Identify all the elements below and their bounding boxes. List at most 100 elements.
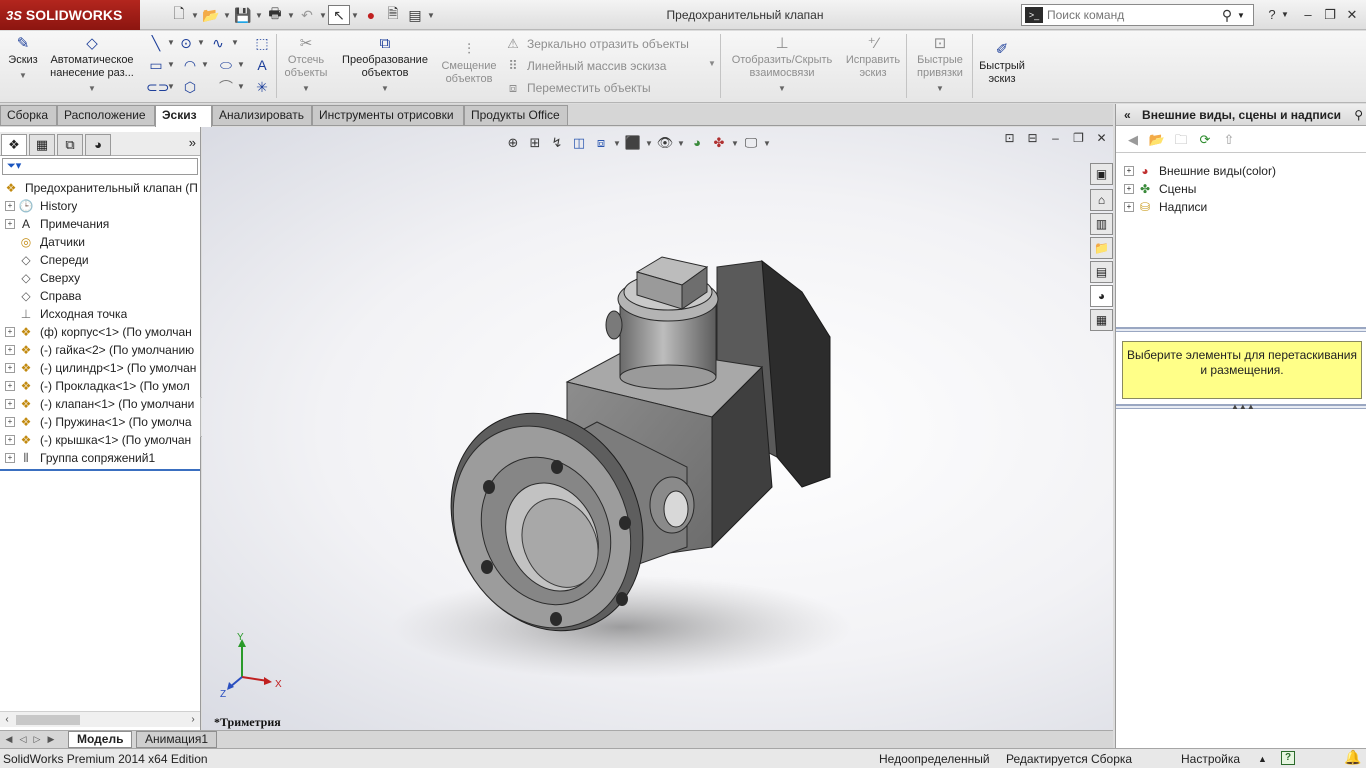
tree-root-assembly[interactable]: ❖ Предохранительный клапан (П	[0, 179, 200, 197]
ellipse-dropdown-icon[interactable]: ▼	[236, 55, 246, 75]
save-dropdown-icon[interactable]: ▼	[254, 5, 264, 25]
new-dropdown-icon[interactable]: ▼	[190, 5, 200, 25]
new-document-icon[interactable]: 🗋	[168, 5, 190, 25]
tree-item[interactable]: + ❖ (-) Прокладка<1> (По умол	[0, 377, 200, 395]
expand-icon[interactable]: +	[5, 417, 15, 427]
pattern-dropdown-icon[interactable]: ▼	[708, 59, 716, 68]
custom-properties-tab-icon[interactable]: ▦	[1090, 309, 1113, 331]
polygon-icon[interactable]: ⬡	[180, 77, 200, 97]
arc-icon[interactable]: ◠	[180, 55, 200, 75]
display-manager-tab-icon[interactable]: ◕	[85, 134, 111, 156]
rollback-bar[interactable]	[0, 469, 200, 471]
circle-icon[interactable]: ⊙	[176, 33, 196, 53]
text-icon[interactable]: A	[252, 55, 272, 75]
expand-icon[interactable]: +	[5, 399, 15, 409]
splitter-grip-icon[interactable]: ▲▲▲	[1231, 402, 1255, 411]
tree-filter-input[interactable]: ⏷▾	[2, 158, 198, 175]
expand-icon[interactable]: +	[5, 435, 15, 445]
tab-layout[interactable]: Расположение	[57, 105, 155, 126]
tree-item[interactable]: + 🕒 History	[0, 197, 200, 215]
property-manager-tab-icon[interactable]: ▦	[29, 134, 55, 156]
expand-panel-icon[interactable]: »	[189, 135, 196, 150]
tab-animation1[interactable]: Анимация1	[136, 731, 218, 748]
search-dropdown-icon[interactable]: ▼	[1237, 11, 1245, 20]
fillet-dropdown-icon[interactable]: ▼	[236, 77, 246, 97]
open-dropdown-icon[interactable]: ▼	[222, 5, 232, 25]
expand-icon[interactable]: +	[5, 219, 15, 229]
help-dropdown-icon[interactable]: ▼	[1280, 5, 1290, 25]
tab-evaluate[interactable]: Анализировать	[212, 105, 312, 126]
tree-item[interactable]: ◇ Спереди	[0, 251, 200, 269]
tabs-first-icon[interactable]: ◀	[2, 732, 16, 747]
expand-icon[interactable]: +	[1124, 202, 1134, 212]
task-item-decals[interactable]: + ⛁ Надписи	[1116, 198, 1207, 216]
scroll-left-icon[interactable]: ‹	[0, 712, 14, 728]
file-explorer-tab-icon[interactable]: 📁	[1090, 237, 1113, 259]
tree-item[interactable]: ◇ Справа	[0, 287, 200, 305]
options-dropdown-icon[interactable]: ▼	[426, 5, 436, 25]
line-dropdown-icon[interactable]: ▼	[166, 33, 176, 53]
solidworks-resources-tab-icon[interactable]: ▣	[1090, 163, 1113, 185]
task-item-appearances[interactable]: + ◕ Внешние виды(color)	[1116, 162, 1276, 180]
rebuild-traffic-light-icon[interactable]: ●	[360, 5, 382, 25]
save-icon[interactable]: 💾	[232, 5, 254, 25]
pin-icon[interactable]: ⚲	[1354, 104, 1363, 125]
point-icon[interactable]: ✳	[252, 77, 272, 97]
line-icon[interactable]: ╲	[146, 33, 166, 53]
tabs-last-icon[interactable]: ▶	[44, 732, 58, 747]
expand-icon[interactable]: +	[5, 363, 15, 373]
select-pointer-icon[interactable]: ↖	[328, 5, 350, 25]
refresh-icon[interactable]: ⟳	[1194, 129, 1216, 151]
tree-item[interactable]: ⊥ Исходная точка	[0, 305, 200, 323]
open-folder-icon[interactable]: 📂	[200, 5, 222, 25]
tab-model[interactable]: Модель	[68, 731, 133, 748]
command-search-input[interactable]	[1047, 8, 1217, 22]
rectangle-icon[interactable]: ▭	[146, 55, 166, 75]
slot-icon[interactable]: ⊂⊃	[146, 77, 169, 97]
quick-snaps-button[interactable]: ⊡ Быстрые привязки ▼	[910, 34, 970, 100]
spline-icon[interactable]: ∿	[208, 33, 228, 53]
repair-sketch-button[interactable]: ⁺∕ Исправить эскиз	[842, 34, 904, 100]
tree-item[interactable]: + ❖ (-) цилиндр<1> (По умолчан	[0, 359, 200, 377]
rapid-sketch-button[interactable]: ✐ Быстрый эскиз	[976, 40, 1028, 106]
rectangle-dropdown-icon[interactable]: ▼	[166, 55, 176, 75]
undo-dropdown-icon[interactable]: ▼	[318, 5, 328, 25]
auto-dimension-button[interactable]: ◇ Автоматическое нанесение раз... ▼	[44, 34, 140, 100]
tab-office-products[interactable]: Продукты Office	[464, 105, 568, 126]
display-relations-button[interactable]: ⊥ Отобразить/Скрыть взаимосвязи ▼	[726, 34, 838, 100]
tree-item[interactable]: + ❖ (-) крышка<1> (По умолчан	[0, 431, 200, 449]
file-properties-icon[interactable]: 🗎	[382, 5, 404, 25]
expand-icon[interactable]: +	[5, 381, 15, 391]
forward-folder-icon[interactable]: 📂	[1146, 129, 1168, 151]
tree-item[interactable]: + A Примечания	[0, 215, 200, 233]
tree-item[interactable]: ◎ Датчики	[0, 233, 200, 251]
construction-geometry-icon[interactable]: ⬚	[252, 33, 272, 53]
expand-icon[interactable]: +	[5, 327, 15, 337]
up-folder-icon[interactable]: ⇧	[1218, 129, 1240, 151]
options-icon[interactable]: ▤	[404, 5, 426, 25]
expand-icon[interactable]: +	[1124, 166, 1134, 176]
undo-icon[interactable]: ↶	[296, 5, 318, 25]
convert-entities-button[interactable]: ⧉ Преобразование объектов ▼	[336, 34, 434, 100]
pane-splitter[interactable]	[1116, 327, 1366, 332]
help-icon[interactable]: ?	[1262, 5, 1282, 25]
linear-sketch-pattern-button[interactable]: ⠿ Линейный массив эскиза	[503, 56, 666, 76]
notifications-icon[interactable]: 🔔	[1344, 749, 1361, 765]
minimize-window-icon[interactable]: –	[1298, 5, 1318, 25]
close-window-icon[interactable]: ✕	[1342, 5, 1362, 25]
print-icon[interactable]: 🖶	[264, 5, 286, 25]
task-item-scenes[interactable]: + ✤ Сцены	[1116, 180, 1196, 198]
appearances-tab-icon[interactable]: ◕	[1090, 285, 1113, 307]
tree-item[interactable]: + ❖ (ф) корпус<1> (По умолчан	[0, 323, 200, 341]
tree-item[interactable]: ◇ Сверху	[0, 269, 200, 287]
expand-icon[interactable]: +	[5, 345, 15, 355]
mirror-entities-button[interactable]: ⚠ Зеркально отразить объекты	[503, 34, 689, 54]
customize-label[interactable]: Настройка	[1181, 751, 1240, 767]
tabs-prev-icon[interactable]: ◁	[16, 732, 30, 747]
slot-dropdown-icon[interactable]: ▼	[166, 77, 176, 97]
fillet-icon[interactable]: ⌒	[216, 77, 236, 97]
view-palette-tab-icon[interactable]: ▤	[1090, 261, 1113, 283]
expand-icon[interactable]: +	[5, 201, 15, 211]
print-dropdown-icon[interactable]: ▼	[286, 5, 296, 25]
solidworks-logo[interactable]: 3S SOLIDWORKS	[0, 0, 140, 30]
